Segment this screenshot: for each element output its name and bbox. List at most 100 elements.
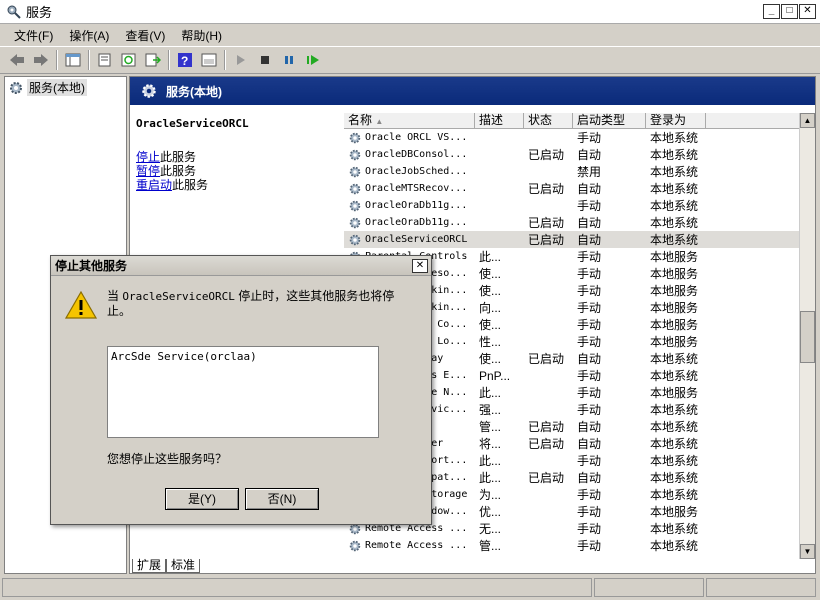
table-row[interactable]: OracleOraDb11g... 手动 本地系统 (344, 197, 815, 214)
window-title: 服务 (26, 5, 53, 20)
no-button[interactable]: 否(N) (245, 488, 319, 510)
table-row[interactable]: OracleMTSRecov... 已启动 自动 本地系统 (344, 180, 815, 197)
details-header: 服务(本地) (130, 77, 815, 105)
description-cell: 管... (479, 420, 502, 434)
service-name-cell: OracleOraDb11g... (344, 199, 475, 213)
log-on-as-cell: 本地系统 (650, 233, 699, 247)
description-cell: 使... (479, 267, 502, 281)
description-cell: PnP... (479, 368, 511, 383)
startup-type-cell: 自动 (577, 182, 602, 196)
column-log-on-as[interactable]: 登录为 (646, 113, 706, 128)
table-row[interactable]: OracleJobSched... 禁用 本地系统 (344, 163, 815, 180)
description-cell: 此... (479, 471, 502, 485)
pause-icon[interactable] (278, 49, 300, 71)
log-on-as-cell: 本地系统 (650, 488, 699, 502)
column-description[interactable]: 描述 (475, 113, 524, 128)
startup-type-cell: 自动 (577, 352, 602, 366)
maximize-button[interactable]: □ (781, 4, 798, 19)
dialog-close-button[interactable]: ✕ (412, 259, 428, 273)
tab-standard[interactable]: 标准 (166, 559, 201, 573)
log-on-as-cell: 本地系统 (650, 471, 699, 485)
scroll-down-icon[interactable]: ▼ (800, 544, 815, 559)
log-on-as-cell: 本地服务 (650, 335, 699, 349)
startup-type-cell: 自动 (577, 148, 602, 162)
menu-file[interactable]: 文件(F) (6, 25, 61, 46)
startup-type-cell: 手动 (577, 522, 602, 536)
table-row[interactable]: OracleDBConsol... 已启动 自动 本地系统 (344, 146, 815, 163)
services-icon (7, 5, 21, 19)
restart-service-link[interactable]: 重启动 (136, 178, 172, 192)
pause-service-link[interactable]: 暂停 (136, 164, 160, 178)
service-description-panel: OracleServiceORCL 停止此服务 暂停此服务 重启动此服务 (136, 117, 336, 192)
description-cell: 此... (479, 386, 502, 400)
menu-view[interactable]: 查看(V) (117, 25, 173, 46)
help-icon[interactable]: ? (174, 49, 196, 71)
description-cell: 无... (479, 522, 502, 536)
stop-other-services-dialog: 停止其他服务 ✕ 当 OracleServiceORCL 停止时，这些其他服务也… (50, 255, 432, 525)
column-status[interactable]: 状态 (524, 113, 573, 128)
show-hide-console-tree-icon[interactable] (62, 49, 84, 71)
properties-icon[interactable] (94, 49, 116, 71)
log-on-as-cell: 本地系统 (650, 216, 699, 230)
startup-type-cell: 手动 (577, 386, 602, 400)
menu-bar: 文件(F) 操作(A) 查看(V) 帮助(H) (0, 24, 820, 46)
description-cell: 强... (479, 403, 502, 417)
scroll-thumb[interactable] (800, 311, 815, 363)
tree-item-services-local[interactable]: 服务(本地) (5, 77, 126, 98)
view-icon[interactable] (198, 49, 220, 71)
table-row[interactable]: Remote Access ... 管... 手动 本地系统 (344, 537, 815, 554)
status-cell: 已启动 (528, 471, 565, 485)
service-name-cell: Remote Access ... (344, 539, 475, 553)
export-list-icon[interactable] (142, 49, 164, 71)
log-on-as-cell: 本地系统 (650, 165, 699, 179)
description-cell: 使... (479, 318, 502, 332)
list-header: 名称 ▲ 描述 状态 启动类型 登录为 (344, 113, 815, 129)
column-startup-type[interactable]: 启动类型 (573, 113, 646, 128)
refresh-icon[interactable] (118, 49, 140, 71)
log-on-as-cell: 本地服务 (650, 284, 699, 298)
back-icon[interactable] (6, 49, 28, 71)
startup-type-cell: 手动 (577, 403, 602, 417)
yes-button[interactable]: 是(Y) (165, 488, 239, 510)
description-cell: 向... (479, 301, 502, 315)
table-row[interactable]: Oracle ORCL VS... 手动 本地系统 (344, 129, 815, 146)
warning-icon (65, 291, 97, 319)
status-cell: 已启动 (528, 182, 565, 196)
action-suffix: 此服务 (160, 164, 197, 178)
list-item: ArcSde Service(orclaa) (111, 350, 257, 363)
dialog-message: 当 OracleServiceORCL 停止时，这些其他服务也将停止。 (107, 289, 395, 318)
column-name[interactable]: 名称 ▲ (344, 113, 475, 128)
startup-type-cell: 手动 (577, 454, 602, 468)
status-pane (706, 578, 816, 597)
log-on-as-cell: 本地服务 (650, 267, 699, 281)
menu-help[interactable]: 帮助(H) (173, 25, 230, 46)
minimize-button[interactable]: _ (763, 4, 780, 19)
start-icon[interactable] (230, 49, 252, 71)
close-button[interactable]: ✕ (799, 4, 816, 19)
action-suffix: 此服务 (172, 178, 209, 192)
description-cell: 将... (479, 437, 502, 451)
status-cell: 已启动 (528, 148, 565, 162)
svg-text:?: ? (181, 54, 188, 67)
startup-type-cell: 手动 (577, 199, 602, 213)
startup-type-cell: 手动 (577, 505, 602, 519)
menu-action[interactable]: 操作(A) (61, 25, 117, 46)
log-on-as-cell: 本地系统 (650, 182, 699, 196)
stop-icon[interactable] (254, 49, 276, 71)
startup-type-cell: 手动 (577, 250, 602, 264)
restart-icon[interactable] (302, 49, 324, 71)
log-on-as-cell: 本地系统 (650, 420, 699, 434)
gear-icon (10, 81, 22, 94)
table-row[interactable]: OracleServiceORCL 已启动 自动 本地系统 (344, 231, 815, 248)
log-on-as-cell: 本地系统 (650, 437, 699, 451)
dialog-question: 您想停止这些服务吗？ (107, 452, 228, 466)
log-on-as-cell: 本地服务 (650, 250, 699, 264)
scroll-up-icon[interactable]: ▲ (800, 113, 815, 128)
table-row[interactable]: OracleOraDb11g... 已启动 自动 本地系统 (344, 214, 815, 231)
tab-extended[interactable]: 扩展 (132, 559, 167, 573)
stop-service-link[interactable]: 停止 (136, 150, 160, 164)
status-cell: 已启动 (528, 352, 565, 366)
forward-icon[interactable] (30, 49, 52, 71)
dependent-services-list[interactable]: ArcSde Service(orclaa) (107, 346, 379, 438)
vertical-scrollbar[interactable]: ▲ ▼ (799, 113, 815, 559)
